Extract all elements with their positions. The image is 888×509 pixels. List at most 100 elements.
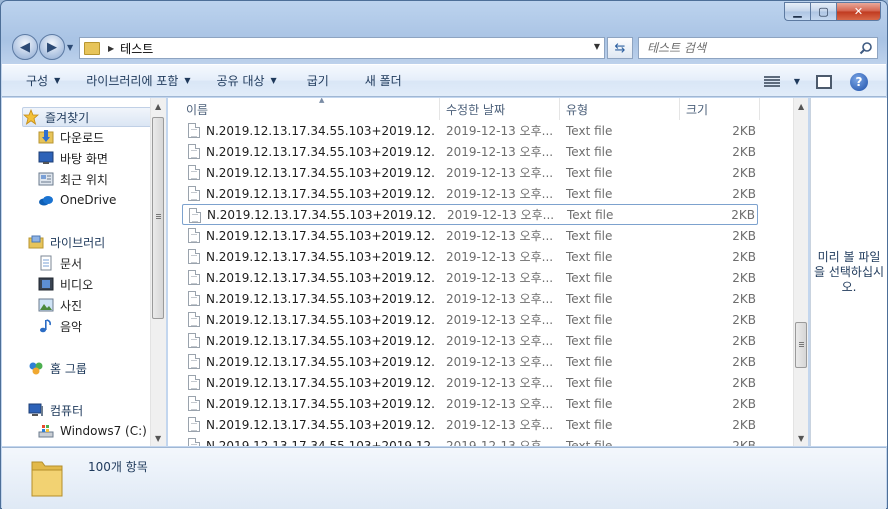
search-input[interactable] xyxy=(647,41,847,55)
file-row[interactable]: N.2019.12.13.17.34.55.103+2019.12.1... 20… xyxy=(182,141,758,162)
file-row[interactable]: N.2019.12.13.17.34.55.103+2019.12.1... 20… xyxy=(182,162,758,183)
file-row[interactable]: N.2019.12.13.17.34.55.103+2019.12.1... 20… xyxy=(182,183,758,204)
search-icon[interactable] xyxy=(859,41,873,55)
file-type: Text file xyxy=(566,375,613,390)
text-file-icon xyxy=(188,354,200,369)
change-view-icon[interactable] xyxy=(763,75,780,88)
file-row[interactable]: N.2019.12.13.17.34.55.103+2019.12.1... 20… xyxy=(182,309,758,330)
nav-drive-c-label: Windows7 (C:) xyxy=(60,424,147,438)
nav-scroll-thumb[interactable] xyxy=(152,117,164,319)
nav-libraries[interactable]: 라이브러리 xyxy=(28,232,105,252)
new-folder-button[interactable]: 새 폴더 xyxy=(359,70,408,92)
nav-videos-label: 비디오 xyxy=(60,277,94,292)
nav-pictures[interactable]: 사진 xyxy=(38,295,82,315)
file-type: Text file xyxy=(566,123,613,138)
scroll-down-icon[interactable]: ▼ xyxy=(155,434,161,443)
recent-pages-dropdown[interactable]: ▼ xyxy=(67,43,73,52)
nav-recent-places[interactable]: 최근 위치 xyxy=(38,169,108,189)
nav-homegroup[interactable]: 홈 그룹 xyxy=(28,358,87,378)
navigation-pane: 즐겨찾기 다운로드 바탕 화면 최근 위치 OneDrive 라이브러리 문서 … xyxy=(2,98,166,446)
file-row[interactable]: N.2019.12.13.17.34.55.103+2019.12.1... 20… xyxy=(182,246,758,267)
file-row[interactable]: N.2019.12.13.17.34.55.103+2019.12.1... 20… xyxy=(182,414,758,435)
nav-onedrive-label: OneDrive xyxy=(60,193,117,207)
file-row[interactable]: N.2019.12.13.17.34.55.103+2019.12.1... 20… xyxy=(182,435,758,446)
nav-computer[interactable]: 컴퓨터 xyxy=(28,400,83,420)
forward-button[interactable]: ▶ xyxy=(39,34,65,60)
text-file-icon xyxy=(188,396,200,411)
file-row[interactable]: N.2019.12.13.17.34.55.103+2019.12.1... 20… xyxy=(182,225,758,246)
address-bar[interactable]: ▶ 테스트 ▼ xyxy=(79,37,605,59)
windows-drive-icon xyxy=(38,423,54,439)
nav-pictures-label: 사진 xyxy=(60,298,83,313)
address-dropdown-icon[interactable]: ▼ xyxy=(594,42,600,51)
minimize-button[interactable]: ▁ xyxy=(784,2,810,21)
nav-favorites[interactable]: 즐겨찾기 xyxy=(22,107,152,127)
nav-downloads[interactable]: 다운로드 xyxy=(38,127,104,147)
file-date: 2019-12-13 오후... xyxy=(446,250,554,264)
file-name: N.2019.12.13.17.34.55.103+2019.12.1... xyxy=(206,228,436,243)
organize-menu[interactable]: 구성 ▼ xyxy=(20,70,66,92)
file-date: 2019-12-13 오후... xyxy=(446,313,554,327)
column-header-name[interactable]: ▲ 이름 xyxy=(180,98,440,120)
file-list-scrollbar[interactable]: ▲ ▼ xyxy=(793,98,808,446)
file-row[interactable]: N.2019.12.13.17.34.55.103+2019.12.1... 20… xyxy=(182,120,758,141)
scroll-down-icon[interactable]: ▼ xyxy=(798,434,804,443)
file-row[interactable]: N.2019.12.13.17.34.55.103+2019.12.1... 20… xyxy=(182,288,758,309)
column-header-date[interactable]: 수정한 날짜 xyxy=(440,98,560,120)
search-box[interactable] xyxy=(638,37,878,59)
column-name-label: 이름 xyxy=(186,102,209,117)
file-size: 2KB xyxy=(732,396,756,411)
file-date: 2019-12-13 오후... xyxy=(446,145,554,159)
file-date: 2019-12-13 오후... xyxy=(446,166,554,180)
burn-button[interactable]: 굽기 xyxy=(301,70,335,92)
breadcrumb-arrow-icon[interactable]: ▶ xyxy=(108,44,114,53)
include-in-library-label: 라이브러리에 포함 xyxy=(86,74,179,88)
file-row[interactable]: N.2019.12.13.17.34.55.103+2019.12.1... 20… xyxy=(182,267,758,288)
file-row[interactable]: N.2019.12.13.17.34.55.103+2019.12.1... 20… xyxy=(182,351,758,372)
preview-pane: 미리 볼 파일을 선택하십시오. xyxy=(810,98,887,446)
nav-videos[interactable]: 비디오 xyxy=(38,274,93,294)
star-icon xyxy=(23,109,39,125)
text-file-icon xyxy=(188,270,200,285)
nav-documents[interactable]: 문서 xyxy=(38,253,82,273)
share-with-menu[interactable]: 공유 대상 ▼ xyxy=(211,70,283,92)
file-row[interactable]: N.2019.12.13.17.34.55.103+2019.12.1... 20… xyxy=(182,372,758,393)
include-in-library-menu[interactable]: 라이브러리에 포함 ▼ xyxy=(80,70,196,92)
refresh-button[interactable]: ⇆ xyxy=(607,37,633,59)
folder-icon xyxy=(84,41,100,55)
close-button[interactable]: ✕ xyxy=(836,2,881,21)
nav-onedrive[interactable]: OneDrive xyxy=(38,190,116,210)
nav-drive-c[interactable]: Windows7 (C:) xyxy=(38,421,147,441)
nav-computer-label: 컴퓨터 xyxy=(50,403,84,418)
scroll-up-icon[interactable]: ▲ xyxy=(798,102,804,111)
breadcrumb-current[interactable]: 테스트 xyxy=(120,40,153,57)
back-button[interactable]: ◀ xyxy=(12,34,38,60)
column-header-size[interactable]: 크기 xyxy=(680,98,760,120)
preview-message: 미리 볼 파일을 선택하십시오. xyxy=(813,249,885,294)
file-date: 2019-12-13 오후... xyxy=(446,355,554,369)
views-dropdown-icon[interactable]: ▼ xyxy=(794,77,800,86)
folder-icon xyxy=(31,461,63,497)
scroll-up-icon[interactable]: ▲ xyxy=(155,102,161,111)
toolbar-right: ▼ ? xyxy=(763,65,886,98)
file-row[interactable]: N.2019.12.13.17.34.55.103+2019.12.1... 20… xyxy=(182,330,758,351)
text-file-icon xyxy=(188,144,200,159)
file-size: 2KB xyxy=(732,165,756,180)
downloads-folder-icon xyxy=(38,129,54,145)
maximize-button[interactable]: ▢ xyxy=(810,2,836,21)
file-row[interactable]: N.2019.12.13.17.34.55.103+2019.12.1... 20… xyxy=(182,204,758,225)
file-name: N.2019.12.13.17.34.55.103+2019.12.1... xyxy=(206,333,436,348)
pictures-icon xyxy=(38,297,54,313)
preview-pane-toggle-icon[interactable] xyxy=(816,74,832,89)
nav-desktop[interactable]: 바탕 화면 xyxy=(38,148,108,168)
file-row[interactable]: N.2019.12.13.17.34.55.103+2019.12.1... 20… xyxy=(182,393,758,414)
help-icon[interactable]: ? xyxy=(850,72,868,91)
command-bar: 구성 ▼ 라이브러리에 포함 ▼ 공유 대상 ▼ 굽기 새 폴더 ▼ ? xyxy=(2,64,886,97)
nav-music[interactable]: 음악 xyxy=(38,316,82,336)
file-date: 2019-12-13 오후... xyxy=(447,208,555,222)
file-name: N.2019.12.13.17.34.55.103+2019.12.1... xyxy=(207,207,437,222)
file-list-scroll-thumb[interactable] xyxy=(795,322,807,368)
column-header-type[interactable]: 유형 xyxy=(560,98,680,120)
text-file-icon xyxy=(188,438,200,446)
new-folder-label: 새 폴더 xyxy=(364,74,402,88)
